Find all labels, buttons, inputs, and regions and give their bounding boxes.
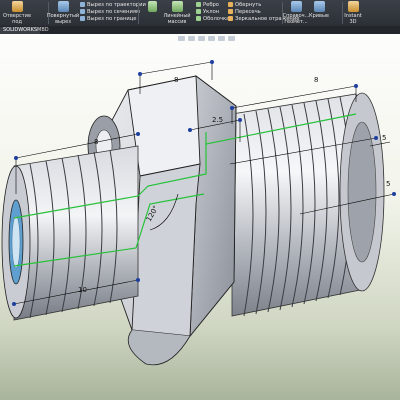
sweep-cut-label: Вырез по траектории <box>87 1 146 8</box>
draft-label: Уклон <box>203 8 220 15</box>
boundary-cut-label: Вырез по границе <box>87 15 137 22</box>
linear-pattern-icon <box>171 1 183 12</box>
rib-button[interactable]: Ребро <box>196 1 229 8</box>
ribbon-separator <box>342 2 343 24</box>
command-tabs: SOLIDWORKS MBD <box>0 26 400 34</box>
display-style-icon[interactable] <box>208 36 215 41</box>
rib-label: Ребро <box>203 1 219 8</box>
fillet-button[interactable] <box>148 1 157 13</box>
dimension-small-mid[interactable]: 2.5 <box>212 116 223 124</box>
loft-cut-button[interactable]: Вырез по сечениям <box>80 8 146 15</box>
draft-button[interactable]: Уклон <box>196 8 229 15</box>
rib-icon <box>196 2 201 7</box>
right-threaded-shank <box>231 92 385 317</box>
wrap-label: Обернуть <box>235 1 262 8</box>
appearance-icon[interactable] <box>228 36 235 41</box>
draft-icon <box>196 9 201 14</box>
reference-geometry-label: Справоч... геомет... <box>282 13 310 25</box>
intersect-icon <box>228 9 233 14</box>
hide-show-icon[interactable] <box>218 36 225 41</box>
zoom-fit-icon[interactable] <box>188 36 195 41</box>
model-view: 8 8 8 2.5 120° 10 5 5 <box>1 60 396 366</box>
zoom-icon[interactable] <box>178 36 185 41</box>
revolved-cut-icon <box>57 1 69 12</box>
shell-label: Оболочка <box>203 15 230 22</box>
shell-button[interactable]: Оболочка <box>196 15 229 22</box>
hole-wizard-label: Отверстие под крепеж <box>2 13 32 26</box>
reference-geometry-icon <box>290 1 302 12</box>
hole-wizard-icon <box>11 1 23 12</box>
shell-icon <box>196 16 201 21</box>
boundary-cut-icon <box>80 16 85 21</box>
dimension-left-mid[interactable]: 8 <box>94 138 98 146</box>
loft-cut-icon <box>80 9 85 14</box>
dimension-right-small[interactable]: 5 <box>382 134 386 142</box>
curves-label: Кривые <box>309 13 329 19</box>
curves-button[interactable]: Кривые <box>309 1 329 19</box>
linear-pattern-label: Линейный массив <box>163 13 191 25</box>
intersect-label: Пересечь <box>235 8 261 15</box>
loft-cut-label: Вырез по сечениям <box>87 8 140 15</box>
dimension-bottom-left[interactable]: 10 <box>78 286 87 294</box>
linear-pattern-button[interactable]: Линейный массив <box>158 1 196 25</box>
instant3d-button[interactable]: Instant 3D <box>344 1 362 25</box>
cut-group: Вырез по траектории Вырез по сечениям Вы… <box>80 1 146 22</box>
sweep-cut-icon <box>80 2 85 7</box>
graphics-area[interactable]: 8 8 8 2.5 120° 10 5 5 <box>0 34 400 400</box>
features-group: Ребро Уклон Оболочка <box>196 1 229 22</box>
dimension-right-bottom[interactable]: 5 <box>386 180 390 188</box>
dimension-top-left[interactable]: 8 <box>174 76 178 84</box>
command-manager-ribbon: Отверстие под крепеж Повернутый вырез Вы… <box>0 0 400 26</box>
view-orientation-icon[interactable] <box>198 36 205 41</box>
sweep-cut-button[interactable]: Вырез по траектории <box>80 1 146 8</box>
revolved-cut-button[interactable]: Повернутый вырез <box>46 1 80 25</box>
curves-icon <box>313 1 325 12</box>
instant3d-icon <box>347 1 359 12</box>
reference-geometry-button[interactable]: Справоч... геомет... <box>282 1 310 25</box>
left-threaded-shank <box>1 145 139 321</box>
ribbon-separator <box>138 2 139 24</box>
dimension-top-right[interactable]: 8 <box>314 76 318 84</box>
instant3d-label: Instant 3D <box>344 13 362 25</box>
hole-wizard-button[interactable]: Отверстие под крепеж <box>3 1 31 26</box>
fillet-icon <box>148 1 157 12</box>
boundary-cut-button[interactable]: Вырез по границе <box>80 15 146 22</box>
wrap-icon <box>228 2 233 7</box>
mirror-icon <box>228 16 233 21</box>
revolved-cut-label: Повернутый вырез <box>46 13 80 25</box>
tab-mbd[interactable]: MBD <box>34 27 52 34</box>
